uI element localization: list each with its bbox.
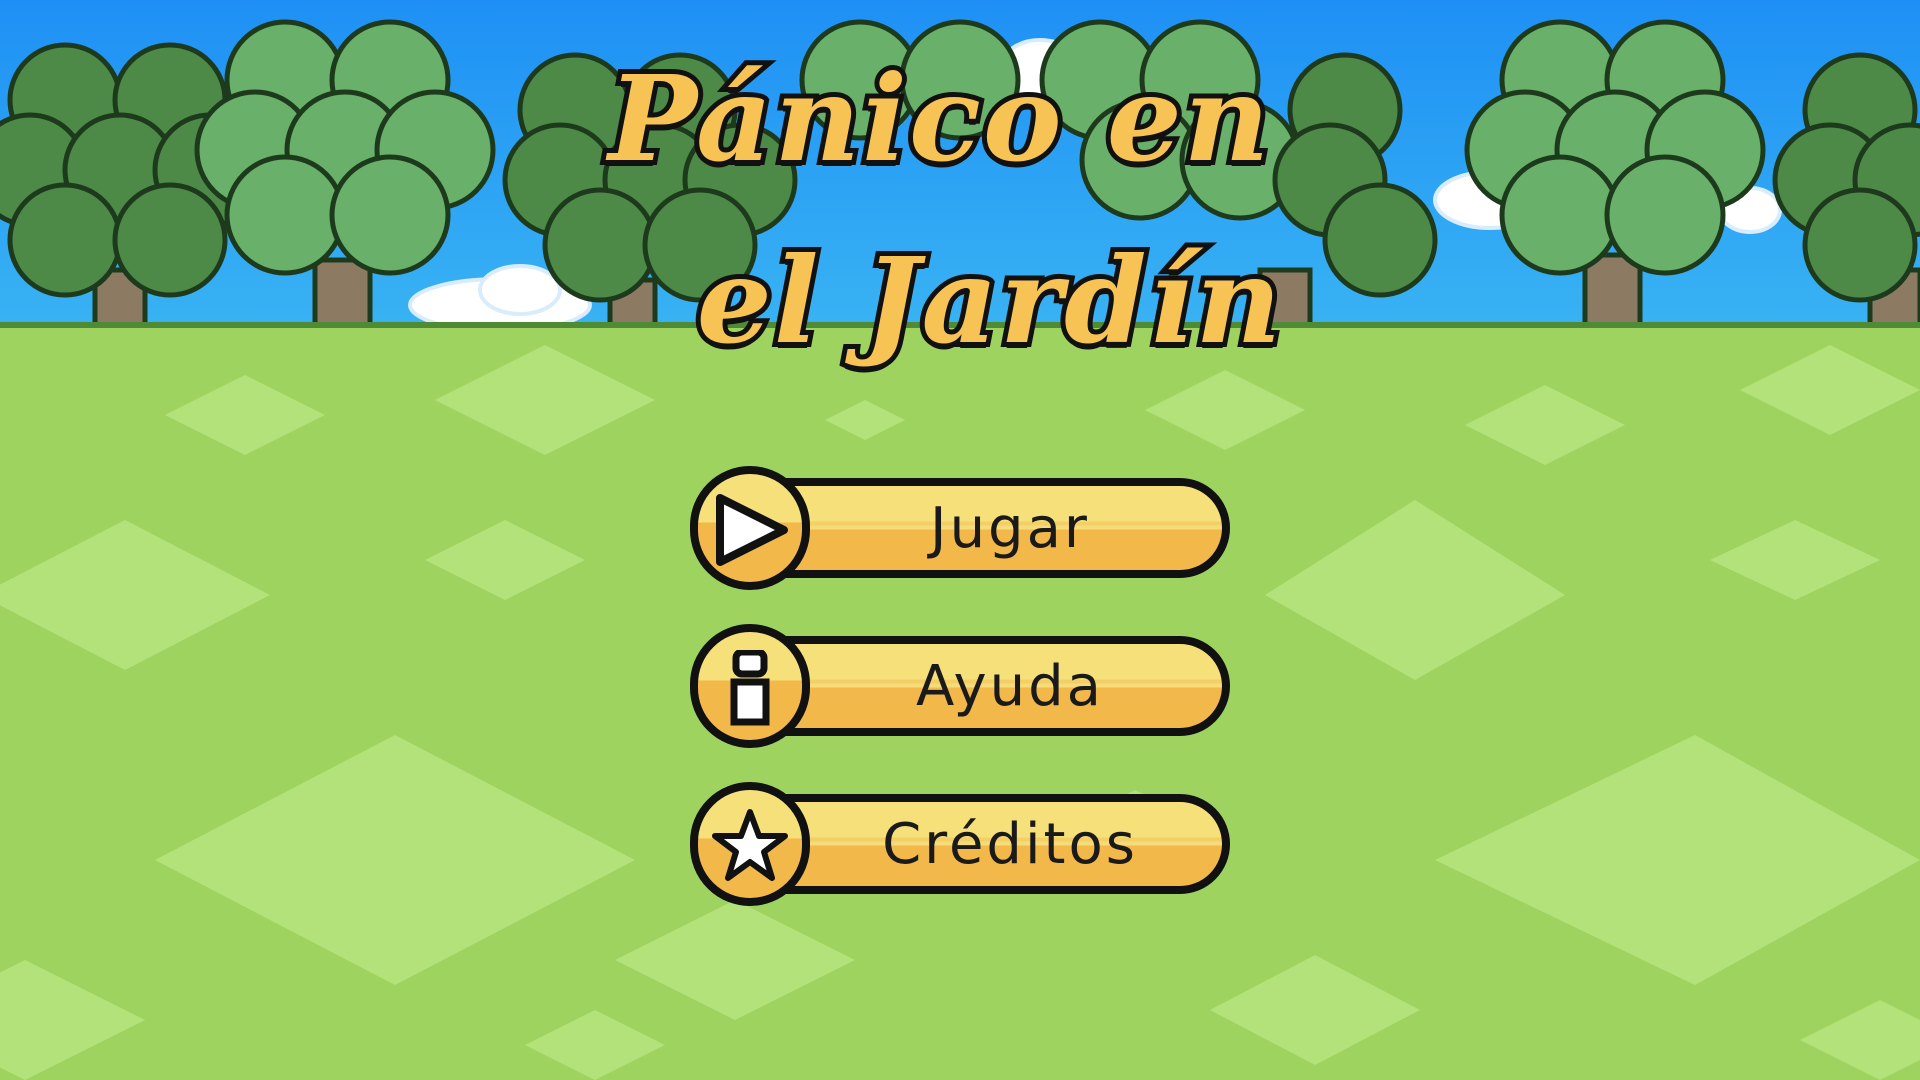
star-icon bbox=[712, 809, 788, 881]
play-button-label: Jugar bbox=[930, 495, 1090, 561]
credits-button-label: Créditos bbox=[882, 811, 1138, 877]
help-button-label: Ayuda bbox=[915, 653, 1104, 719]
game-title: Pánico en el Jardín bbox=[0, 49, 1920, 370]
game-title-line2: el Jardín bbox=[692, 231, 1287, 370]
info-icon bbox=[730, 650, 770, 726]
help-button[interactable]: Ayuda bbox=[690, 624, 1230, 748]
game-title-line1: Pánico en bbox=[603, 49, 1274, 188]
main-menu: Jugar Ayuda Créditos bbox=[690, 466, 1230, 944]
credits-button[interactable]: Créditos bbox=[690, 782, 1230, 906]
play-icon bbox=[716, 494, 788, 566]
play-button[interactable]: Jugar bbox=[690, 466, 1230, 590]
